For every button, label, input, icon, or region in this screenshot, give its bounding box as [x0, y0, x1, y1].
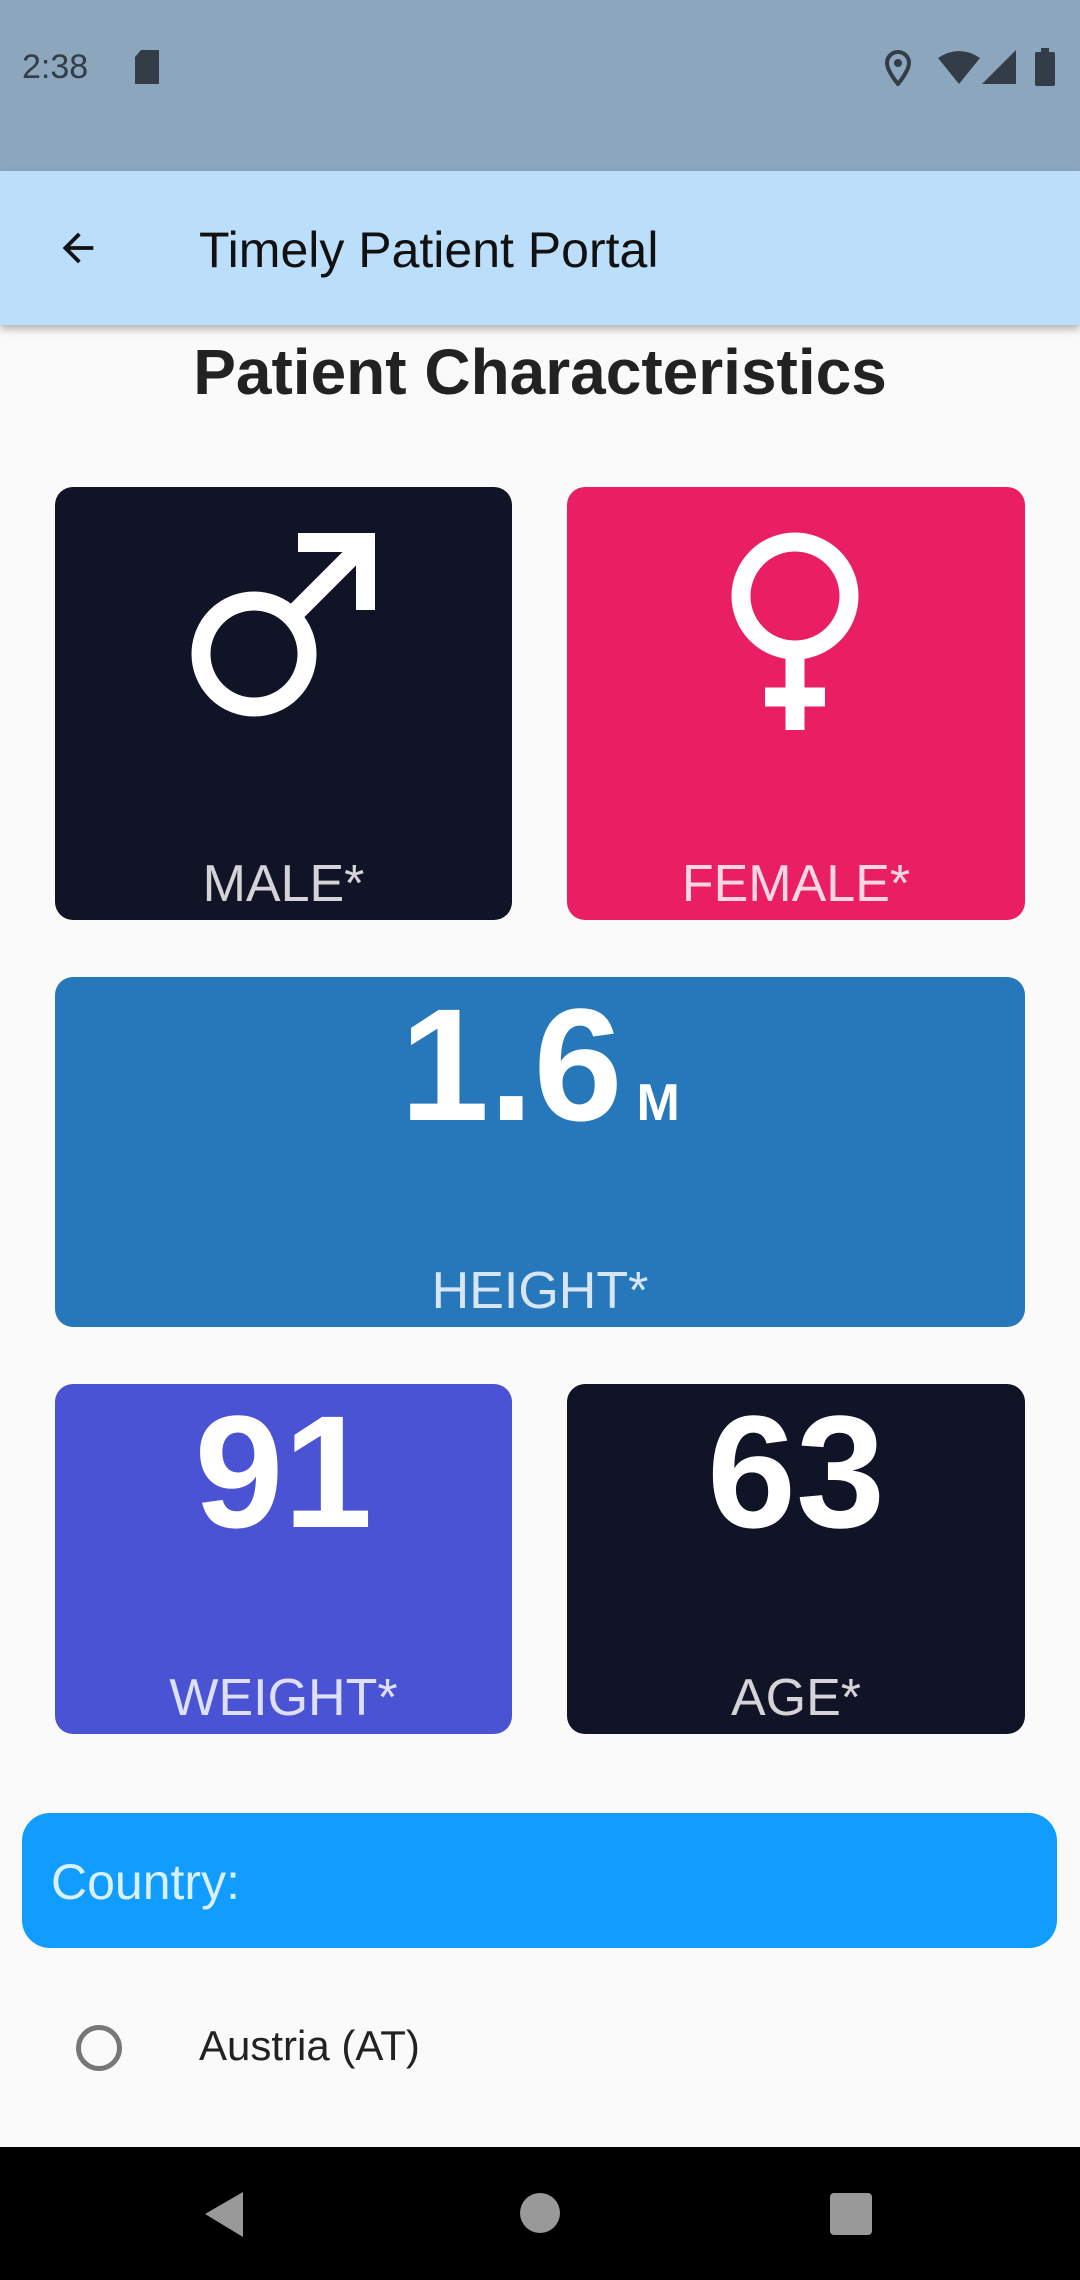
status-time: 2:38	[22, 48, 89, 86]
navigation-bar	[0, 2147, 1080, 2280]
female-symbol-icon	[731, 532, 859, 730]
app-title: Timely Patient Portal	[199, 222, 659, 278]
country-label: Country:	[51, 1854, 240, 1910]
male-symbol-icon	[191, 533, 375, 717]
age-value: 63	[707, 1384, 885, 1561]
height-value: 1.6	[400, 977, 623, 1154]
page-title: Patient Characteristics	[193, 336, 887, 408]
app-bar: Timely Patient Portal	[0, 171, 1080, 325]
austria-option-label[interactable]: Austria (AT)	[199, 2022, 420, 2070]
status-bar: 2:38	[0, 0, 1080, 171]
nav-home-icon[interactable]	[520, 2193, 560, 2233]
male-card[interactable]: MALE*	[55, 487, 512, 920]
female-label: FEMALE*	[681, 855, 911, 913]
age-card[interactable]: 63 AGE*	[567, 1384, 1025, 1734]
battery-icon	[1035, 48, 1055, 86]
sd-card-icon	[135, 50, 159, 84]
wifi-icon	[938, 51, 980, 84]
signal-icon	[982, 50, 1016, 84]
height-value-group: 1.6 M	[55, 977, 1025, 1157]
female-card[interactable]: FEMALE*	[567, 487, 1025, 920]
weight-value: 91	[194, 1384, 373, 1561]
country-header: Country:	[22, 1813, 1057, 1948]
nav-recents-icon[interactable]	[830, 2193, 872, 2235]
nav-back-icon[interactable]	[205, 2192, 245, 2237]
back-arrow-icon[interactable]	[55, 225, 101, 271]
weight-card[interactable]: 91 WEIGHT*	[55, 1384, 512, 1734]
height-card[interactable]: 1.6 M HEIGHT*	[55, 977, 1025, 1327]
location-icon	[885, 50, 911, 86]
height-label: HEIGHT*	[431, 1262, 649, 1320]
austria-radio[interactable]	[76, 2025, 122, 2071]
weight-label: WEIGHT*	[169, 1669, 398, 1727]
age-label: AGE*	[730, 1669, 862, 1727]
height-unit: M	[636, 1074, 680, 1132]
male-label: MALE*	[202, 855, 365, 913]
